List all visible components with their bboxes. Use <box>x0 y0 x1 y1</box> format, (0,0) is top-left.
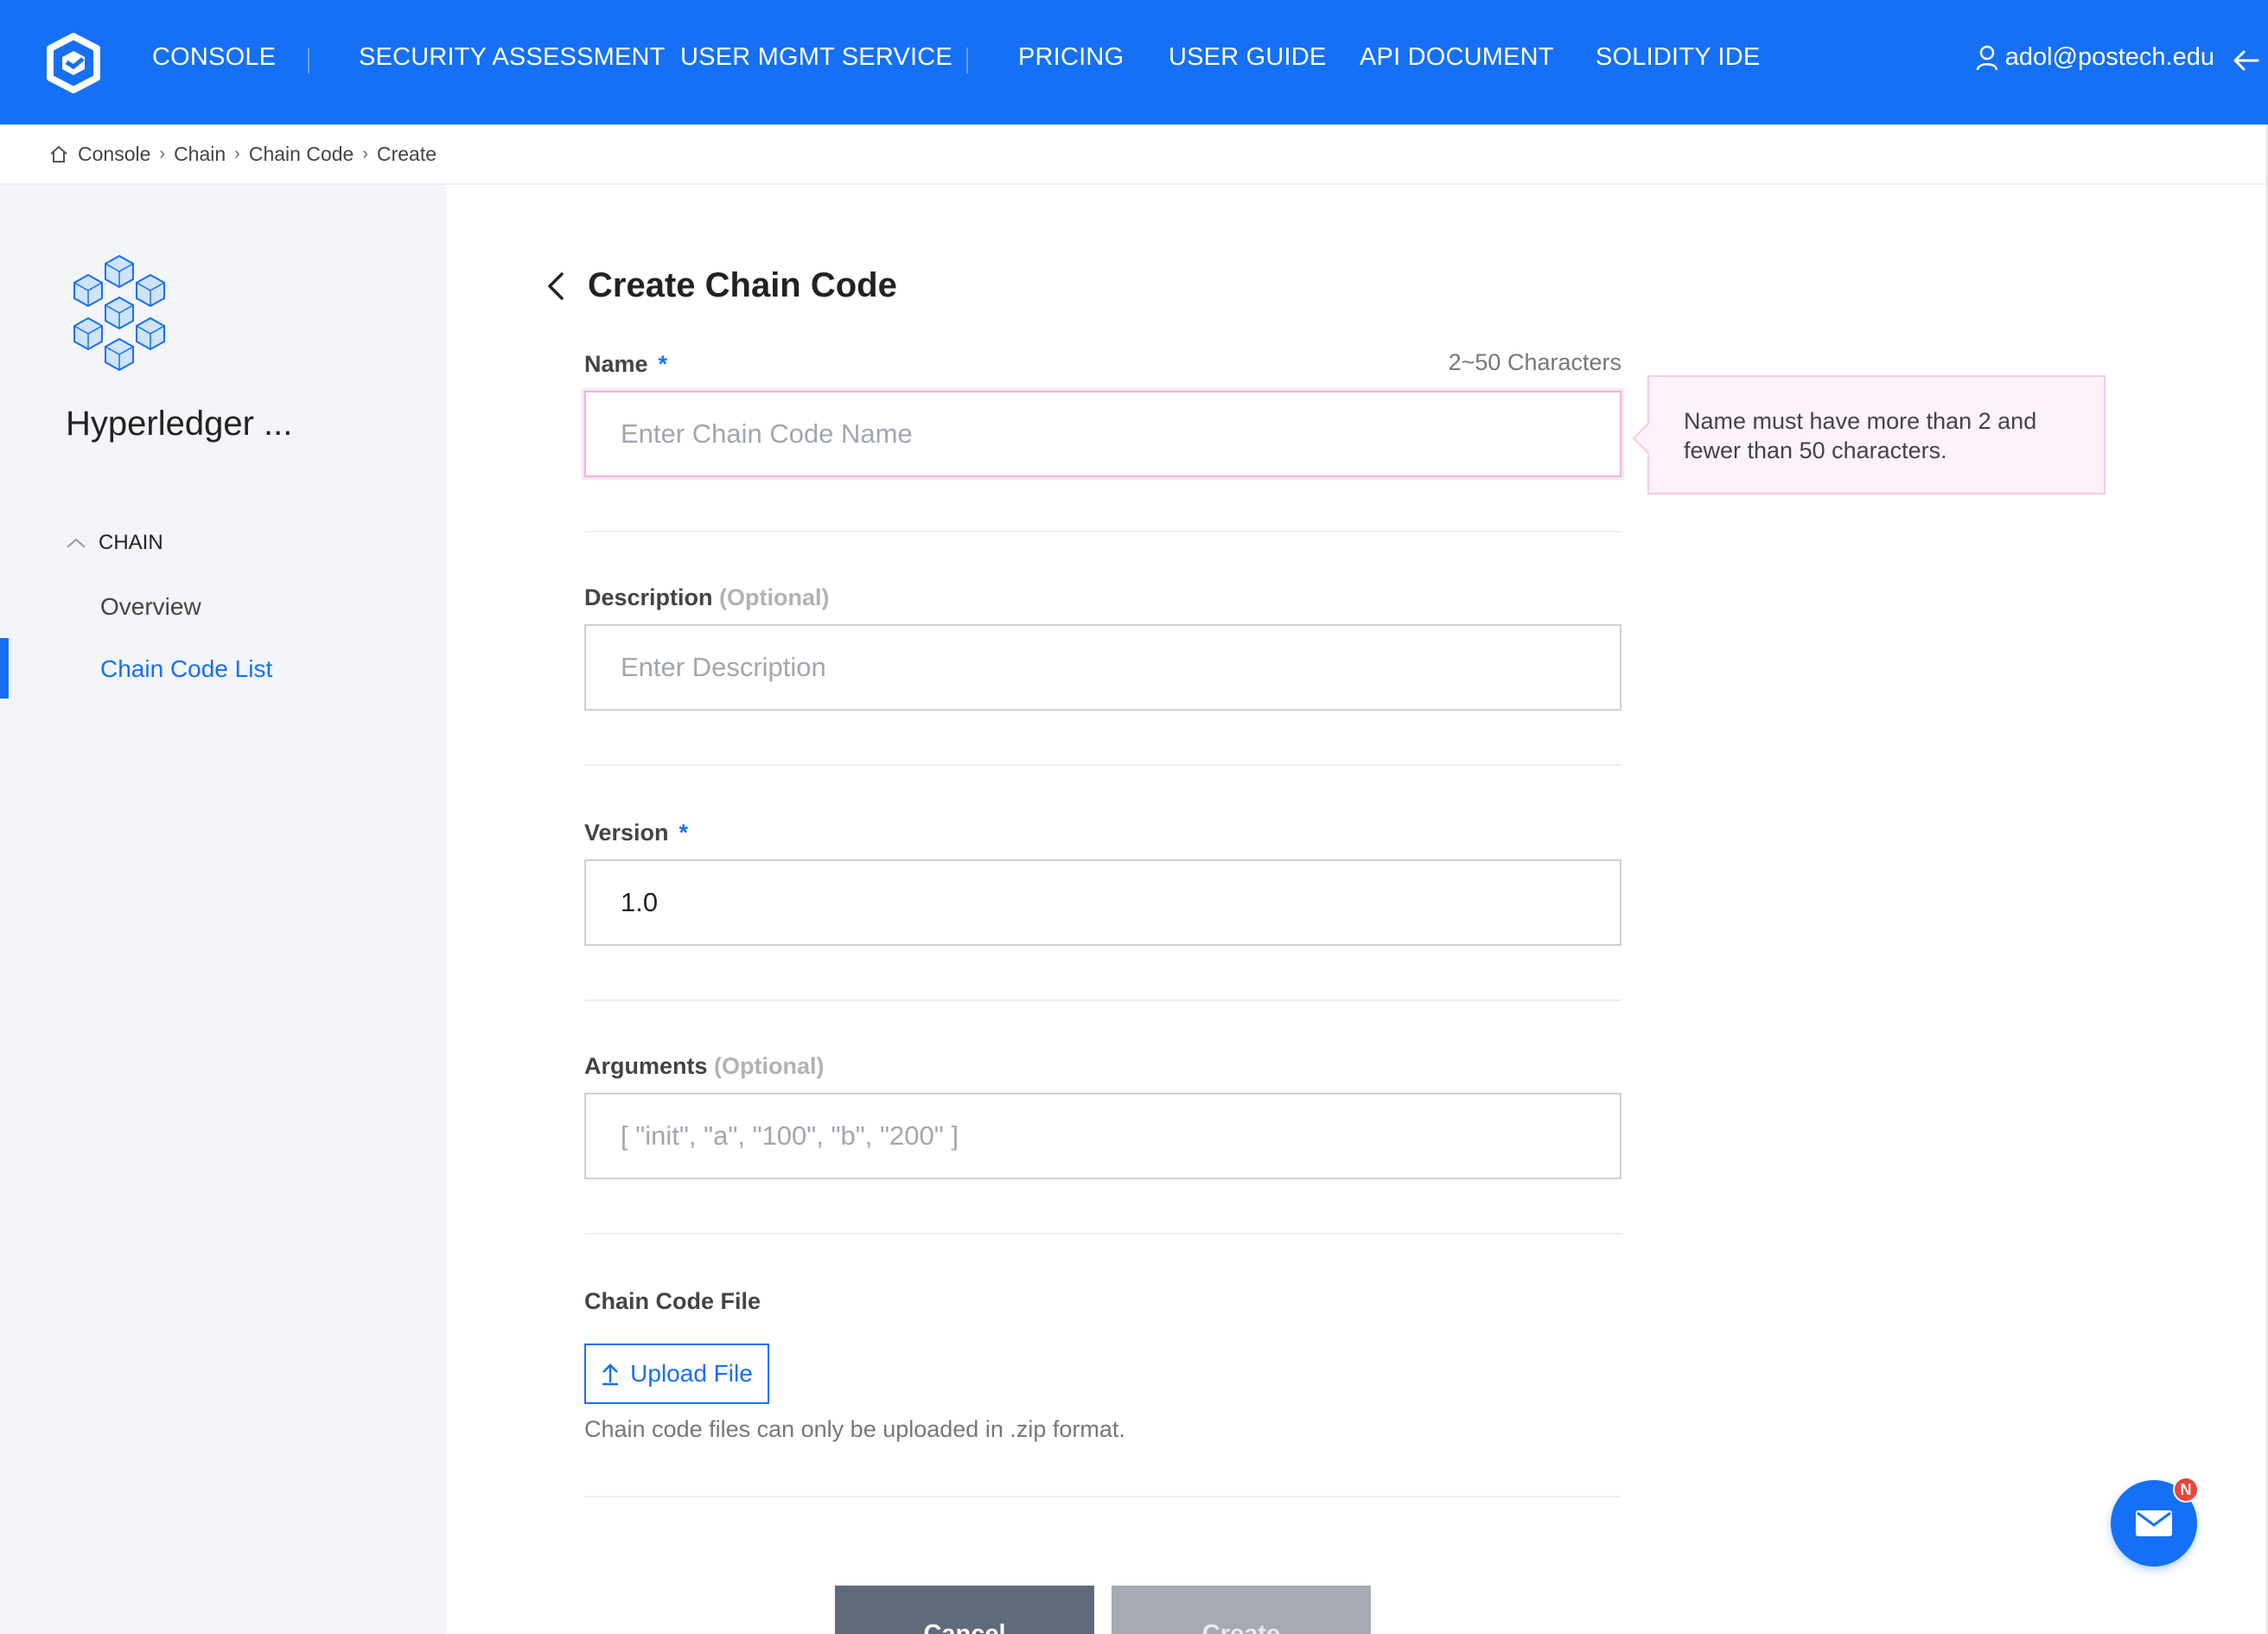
chevron-right-icon: › <box>159 144 166 163</box>
active-indicator <box>0 638 9 699</box>
required-mark: * <box>678 820 689 846</box>
home-icon[interactable] <box>48 144 69 163</box>
name-label-text: Name <box>584 351 648 377</box>
upload-icon <box>602 1363 619 1386</box>
form-divider <box>584 1233 1621 1235</box>
page-header: Create Chain Code <box>543 266 897 305</box>
upload-note: Chain code files can only be uploaded in… <box>584 1416 1125 1442</box>
version-input[interactable] <box>584 859 1621 946</box>
sidebar-item-chain-code-list[interactable]: Chain Code List <box>100 655 272 683</box>
chain-code-name-input[interactable] <box>584 391 1621 477</box>
chevron-right-icon: › <box>362 144 368 163</box>
mail-icon <box>2136 1510 2172 1536</box>
description-input[interactable] <box>584 624 1621 711</box>
nav-separator <box>966 48 968 73</box>
upload-file-label: Upload File <box>630 1360 753 1387</box>
version-label-text: Version <box>584 820 669 846</box>
form-divider <box>584 1496 1621 1497</box>
breadcrumb-create: Create <box>376 142 437 165</box>
nav-user-guide[interactable]: USER GUIDE <box>1169 43 1326 72</box>
arguments-label: Arguments (Optional) <box>584 1053 825 1080</box>
chain-code-file-label: Chain Code File <box>584 1288 761 1314</box>
project-name: Hyperledger ... <box>66 405 293 443</box>
form-divider <box>584 999 1621 1001</box>
breadcrumb-chain-code[interactable]: Chain Code <box>249 143 354 166</box>
sidebar-section-chain[interactable]: CHAIN <box>66 531 163 555</box>
logout-icon[interactable] <box>2230 45 2261 76</box>
version-label: Version * <box>584 820 688 846</box>
breadcrumb-chain[interactable]: Chain <box>174 143 226 166</box>
top-navbar: CONSOLE SECURITY ASSESSMENT USER MGMT SE… <box>0 0 2268 124</box>
upload-file-button[interactable]: Upload File <box>584 1344 769 1404</box>
name-char-hint: 2~50 Characters <box>1448 349 1621 375</box>
arguments-input[interactable] <box>584 1093 1621 1179</box>
nav-console[interactable]: CONSOLE <box>152 43 276 72</box>
chevron-up-icon <box>67 538 86 548</box>
sidebar-section-label: CHAIN <box>99 531 163 554</box>
form-divider <box>584 764 1621 766</box>
arguments-label-text: Arguments <box>584 1053 708 1079</box>
sidebar-item-overview[interactable]: Overview <box>100 593 201 621</box>
cancel-button[interactable]: Cancel <box>835 1586 1094 1634</box>
form-divider <box>584 531 1621 533</box>
page-title: Create Chain Code <box>588 266 897 304</box>
nav-api-document[interactable]: API DOCUMENT <box>1360 43 1554 72</box>
nav-security-assessment[interactable]: SECURITY ASSESSMENT <box>359 43 666 72</box>
optional-tag: (Optional) <box>714 1053 825 1079</box>
nav-separator <box>308 48 309 73</box>
create-button[interactable]: Create <box>1112 1586 1371 1634</box>
nav-solidity-ide[interactable]: SOLIDITY IDE <box>1596 43 1760 72</box>
breadcrumb-console[interactable]: Console <box>78 143 150 166</box>
user-account[interactable]: adol@postech.edu <box>1976 43 2214 72</box>
breadcrumb: Console › Chain › Chain Code › Create <box>48 138 436 169</box>
notification-badge: N <box>2173 1477 2199 1503</box>
name-label: Name * <box>584 351 667 378</box>
optional-tag: (Optional) <box>719 584 830 610</box>
sidebar: Hyperledger ... CHAIN Overview Chain Cod… <box>0 185 446 1634</box>
nav-pricing[interactable]: PRICING <box>1018 43 1124 72</box>
nav-user-mgmt-service[interactable]: USER MGMT SERVICE <box>680 43 952 72</box>
required-mark: * <box>658 351 668 377</box>
chevron-right-icon: › <box>234 144 240 163</box>
description-label-text: Description <box>584 584 713 610</box>
hyperledger-cubes-icon <box>73 254 165 372</box>
back-arrow-icon[interactable] <box>543 269 569 303</box>
user-icon <box>1976 45 1997 70</box>
user-email: adol@postech.edu <box>2004 43 2214 71</box>
description-label: Description (Optional) <box>584 584 830 611</box>
brand-logo-icon[interactable] <box>43 33 104 93</box>
name-error-tooltip: Name must have more than 2 and fewer tha… <box>1647 375 2106 495</box>
